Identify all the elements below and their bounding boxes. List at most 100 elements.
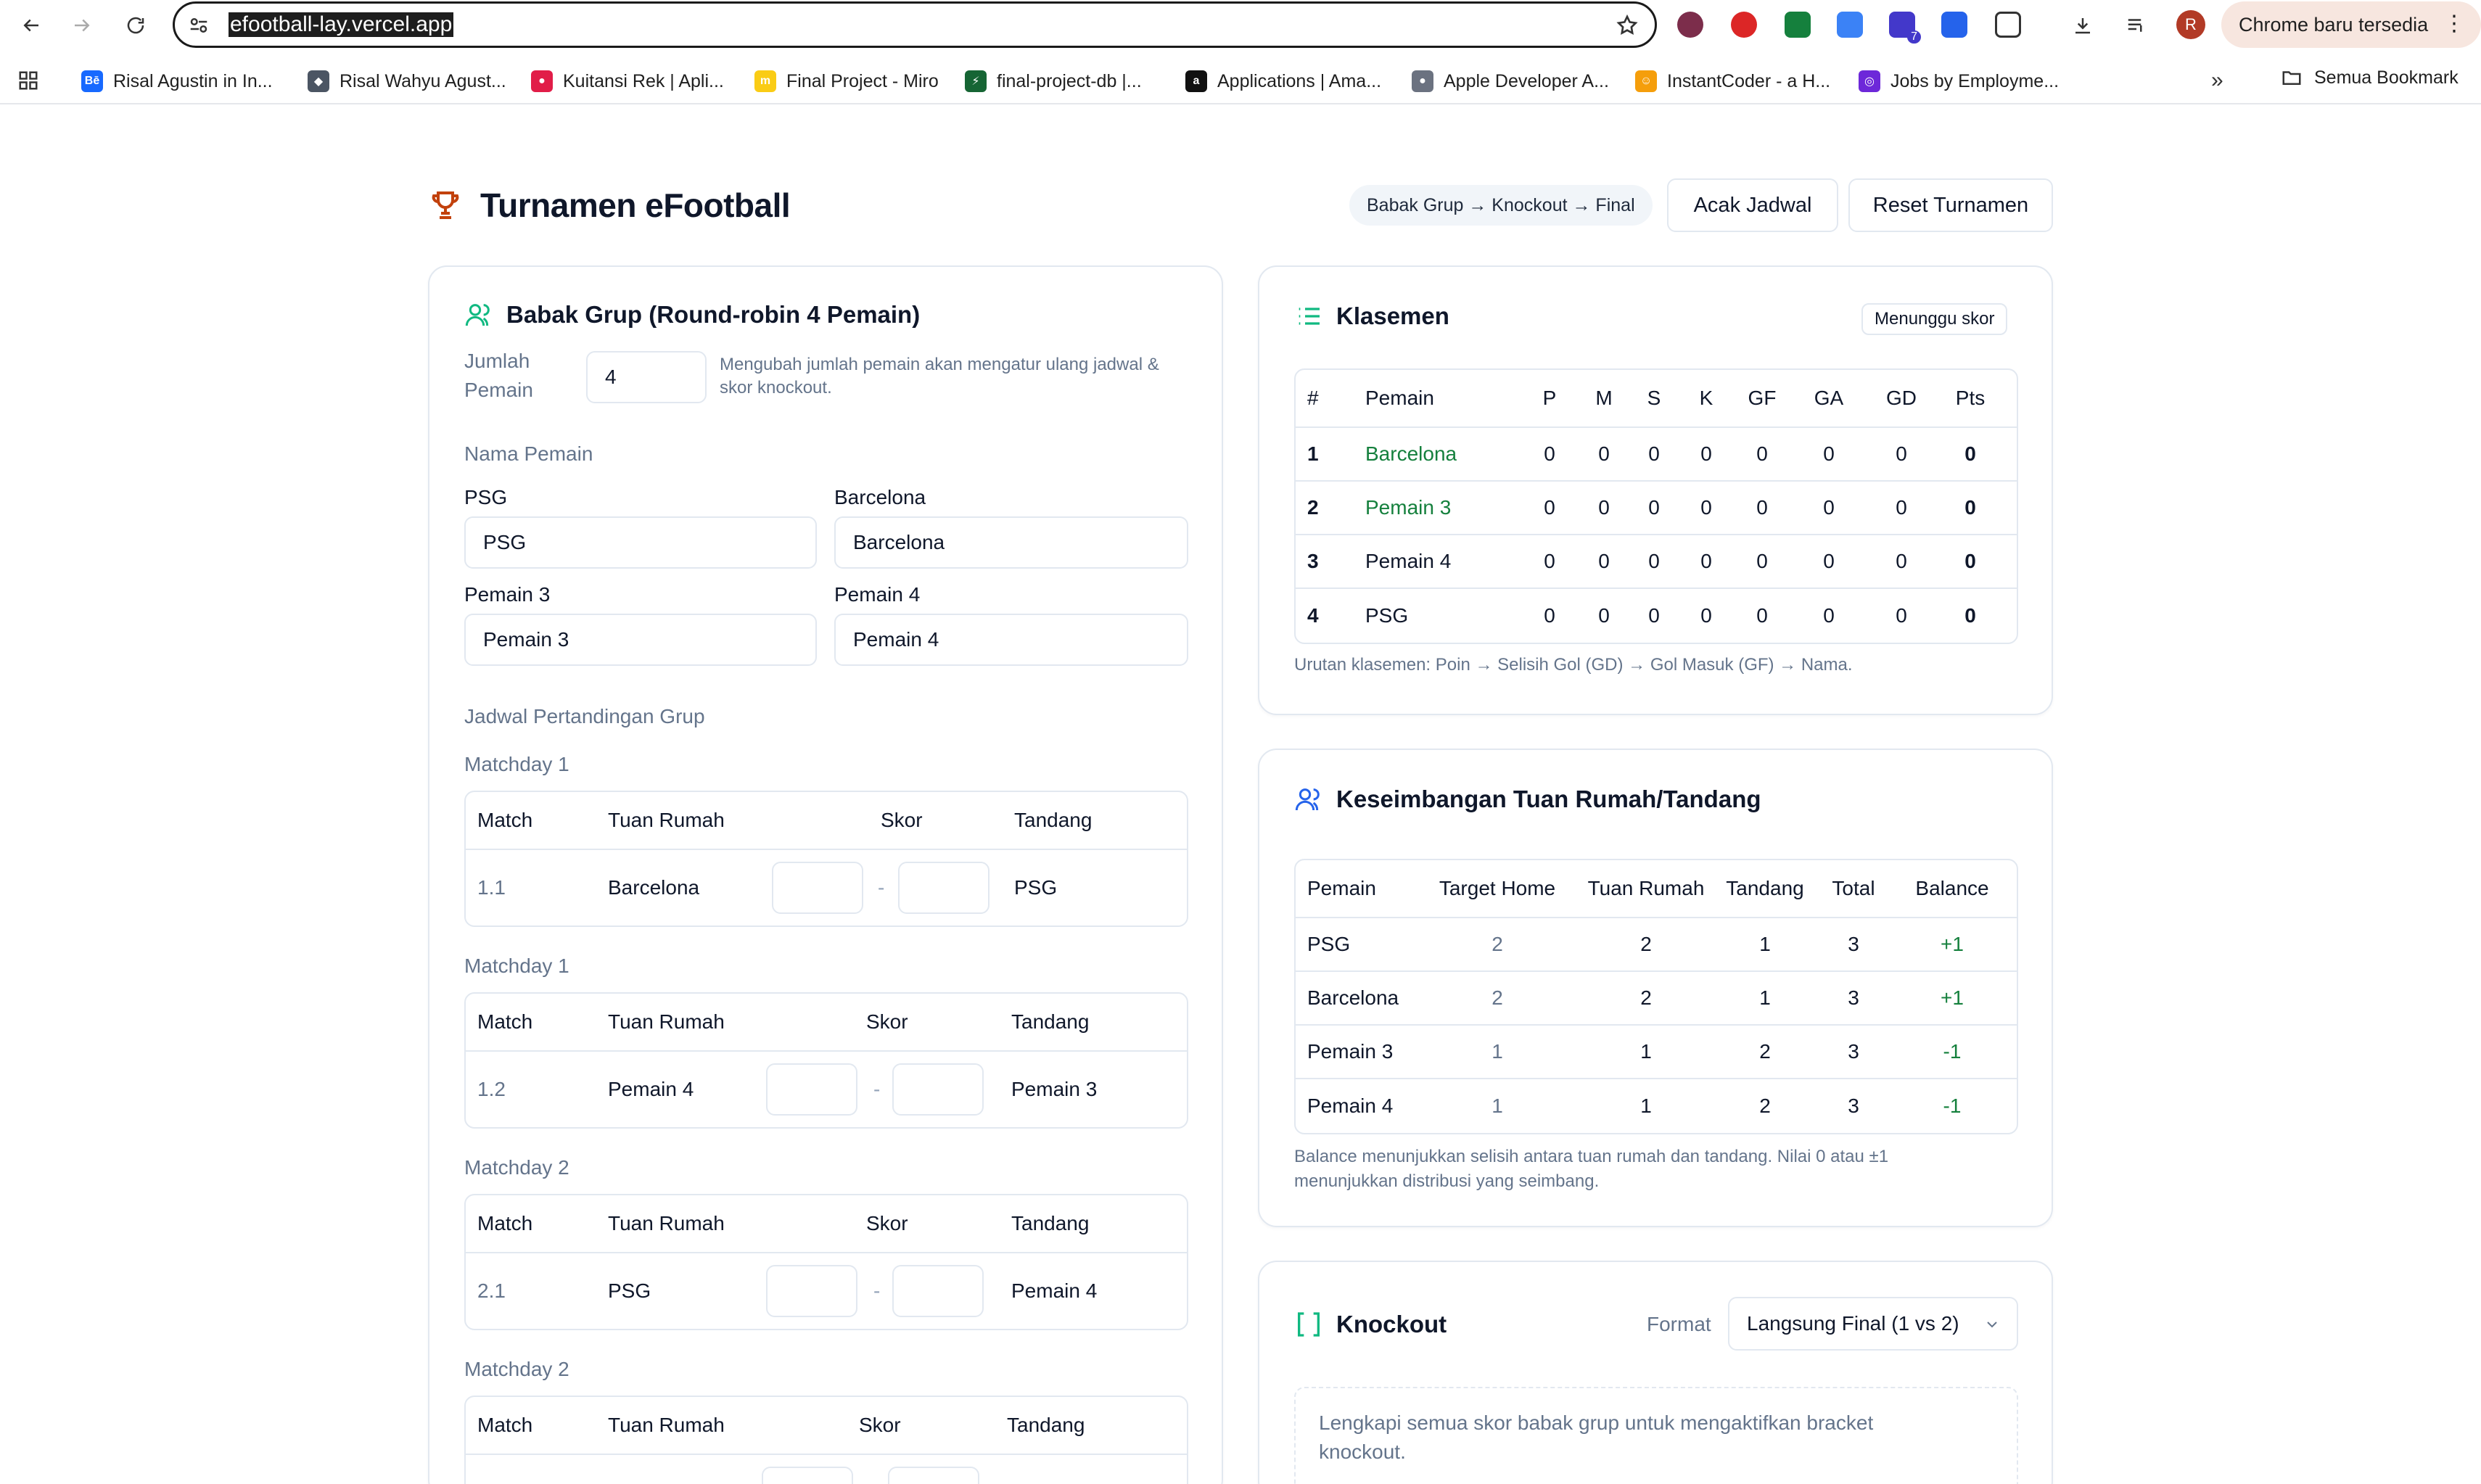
player-count-input[interactable]: 4 bbox=[586, 351, 707, 403]
standings-cell-k: 0 bbox=[1700, 496, 1712, 519]
standings-cell-k: 0 bbox=[1700, 604, 1712, 627]
media-icon[interactable] bbox=[2121, 10, 2152, 41]
balance-cell-target: 1 bbox=[1492, 1040, 1503, 1063]
bookmark-label: Kuitansi Rek | Apli... bbox=[563, 70, 724, 91]
address-bar[interactable]: efootball-lay.vercel.app bbox=[173, 1, 1657, 48]
away-score-input[interactable] bbox=[888, 1467, 979, 1484]
bookmark-item[interactable]: Bē Risal Agustin in In... bbox=[81, 67, 273, 96]
col-away-header: Tandang bbox=[1007, 1414, 1085, 1436]
balance-cell-total: 3 bbox=[1848, 1095, 1859, 1117]
bookmark-item[interactable]: ◆ Risal Wahyu Agust... bbox=[308, 67, 506, 96]
match-table-header: Match Tuan Rumah Skor Tandang bbox=[466, 1195, 1187, 1253]
bookmark-item[interactable]: m Final Project - Miro bbox=[754, 67, 939, 96]
profile-avatar[interactable]: R bbox=[2176, 10, 2205, 39]
bookmark-item[interactable]: ☺ InstantCoder - a H... bbox=[1635, 67, 1830, 96]
bookmark-star-icon[interactable] bbox=[1616, 14, 1639, 37]
bookmark-item[interactable]: a Applications | Ama... bbox=[1185, 67, 1381, 96]
score-separator: - bbox=[878, 876, 885, 899]
standings-cell-pts: 0 bbox=[1964, 496, 1976, 519]
bookmark-item[interactable]: ◎ Jobs by Employme... bbox=[1859, 67, 2059, 96]
balance-cell-name: PSG bbox=[1307, 933, 1351, 955]
away-score-input[interactable] bbox=[898, 862, 989, 914]
player-4-name-input[interactable]: Pemain 4 bbox=[834, 614, 1188, 666]
bookmark-favicon-icon: ☺ bbox=[1635, 70, 1657, 92]
apps-grid-icon[interactable] bbox=[17, 70, 39, 91]
red-extension-icon[interactable] bbox=[1731, 12, 1757, 38]
badge-extension-icon[interactable]: 7 bbox=[1889, 12, 1921, 44]
calendar-extension-icon[interactable] bbox=[1785, 12, 1811, 38]
standings-cell-k: 0 bbox=[1700, 442, 1712, 465]
balance-cell-balance: +1 bbox=[1941, 933, 1964, 955]
col-score-header: Skor bbox=[859, 1414, 901, 1436]
away-player: Barcelona bbox=[1007, 1455, 1098, 1484]
standings-col-header: GA bbox=[1814, 387, 1844, 409]
player-1-name-input[interactable]: PSG bbox=[464, 516, 817, 569]
score-separator: - bbox=[873, 1279, 881, 1302]
knockout-heading: Knockout bbox=[1294, 1310, 1447, 1339]
reset-tournament-button[interactable]: Reset Turnamen bbox=[1848, 178, 2053, 232]
balance-cell-home: 2 bbox=[1640, 986, 1652, 1009]
doc-extension-icon[interactable] bbox=[1837, 12, 1863, 38]
player-2-label: Barcelona bbox=[834, 486, 926, 508]
col-home-header: Tuan Rumah bbox=[608, 1212, 725, 1234]
balance-cell-away: 1 bbox=[1759, 933, 1771, 955]
player-4-label: Pemain 4 bbox=[834, 583, 921, 606]
match-row: 2.2 Pemain 3 - Barcelona bbox=[466, 1455, 1187, 1484]
shield-extension-icon[interactable] bbox=[1677, 12, 1703, 38]
home-score-input[interactable] bbox=[766, 1265, 857, 1317]
knockout-format-select[interactable]: Langsung Final (1 vs 2) bbox=[1728, 1297, 2018, 1351]
bookmark-item[interactable]: ⚡ final-project-db |... bbox=[965, 67, 1142, 96]
player-1-label: PSG bbox=[464, 486, 508, 508]
url-text[interactable]: efootball-lay.vercel.app bbox=[229, 12, 454, 37]
balance-col-header: Pemain bbox=[1307, 877, 1376, 899]
download-icon[interactable] bbox=[2068, 10, 2098, 41]
trophy-icon bbox=[432, 191, 459, 219]
site-settings-icon[interactable] bbox=[188, 15, 210, 36]
balance-cell-away: 2 bbox=[1759, 1095, 1771, 1117]
col-score-header: Skor bbox=[881, 809, 923, 831]
bookmark-item[interactable]: ● Kuitansi Rek | Apli... bbox=[531, 67, 724, 96]
away-score-input[interactable] bbox=[892, 1063, 984, 1116]
balance-heading: Keseimbangan Tuan Rumah/Tandang bbox=[1294, 785, 1761, 814]
home-score-input[interactable] bbox=[762, 1467, 853, 1484]
standings-cell-gd: 0 bbox=[1896, 442, 1907, 465]
balance-cell-target: 2 bbox=[1492, 986, 1503, 1009]
col-home-header: Tuan Rumah bbox=[608, 1414, 725, 1436]
away-score-input[interactable] bbox=[892, 1265, 984, 1317]
balance-header-row: Pemain Target Home Tuan Rumah Tandang Total B… bbox=[1296, 860, 2017, 918]
format-selected-value: Langsung Final (1 vs 2) bbox=[1747, 1312, 1959, 1335]
away-player: PSG bbox=[1014, 876, 1058, 899]
extensions-puzzle-icon[interactable] bbox=[1995, 12, 2021, 38]
player-3-name-input[interactable]: Pemain 3 bbox=[464, 614, 817, 666]
match-table-header: Match Tuan Rumah Skor Tandang bbox=[466, 994, 1187, 1052]
bookmarks-overflow-icon[interactable]: » bbox=[2211, 68, 2223, 93]
bookmark-label: Risal Wahyu Agust... bbox=[340, 70, 506, 91]
forward-icon[interactable] bbox=[67, 10, 97, 41]
col-match-header: Match bbox=[477, 1414, 533, 1436]
player-2-name-input[interactable]: Barcelona bbox=[834, 516, 1188, 569]
matchday-label: Matchday 2 bbox=[464, 1156, 569, 1179]
standings-cell-name: Barcelona bbox=[1365, 442, 1457, 465]
kebab-menu-icon[interactable]: ⋮ bbox=[2443, 13, 2465, 35]
home-score-input[interactable] bbox=[766, 1063, 857, 1116]
standings-note: Urutan klasemen: Poin → Selisih Gol (GD)… bbox=[1294, 655, 1853, 675]
translate-extension-icon[interactable] bbox=[1941, 12, 1967, 38]
match-table: Match Tuan Rumah Skor Tandang 1.2 Pemain 4 - Pe… bbox=[464, 992, 1188, 1129]
back-icon[interactable] bbox=[16, 10, 46, 41]
col-home-header: Tuan Rumah bbox=[608, 809, 725, 831]
match-table-header: Match Tuan Rumah Skor Tandang bbox=[466, 1397, 1187, 1455]
reload-icon[interactable] bbox=[120, 10, 151, 41]
all-bookmarks-folder[interactable]: Semua Bookmark bbox=[2279, 67, 2459, 88]
balance-cell-balance: -1 bbox=[1943, 1095, 1962, 1117]
balance-cell-name: Barcelona bbox=[1307, 986, 1399, 1009]
away-player: Pemain 4 bbox=[1011, 1279, 1098, 1302]
shuffle-schedule-button[interactable]: Acak Jadwal bbox=[1667, 178, 1838, 232]
col-match-header: Match bbox=[477, 1010, 533, 1033]
standings-cell-k: 0 bbox=[1700, 550, 1712, 572]
balance-cell-home: 1 bbox=[1640, 1095, 1652, 1117]
col-away-header: Tandang bbox=[1011, 1010, 1090, 1033]
standings-cell-name: PSG bbox=[1365, 604, 1409, 627]
chrome-update-button[interactable]: Chrome baru tersedia ⋮ bbox=[2221, 1, 2481, 48]
bookmark-item[interactable]: ● Apple Developer A... bbox=[1412, 67, 1609, 96]
home-score-input[interactable] bbox=[772, 862, 863, 914]
